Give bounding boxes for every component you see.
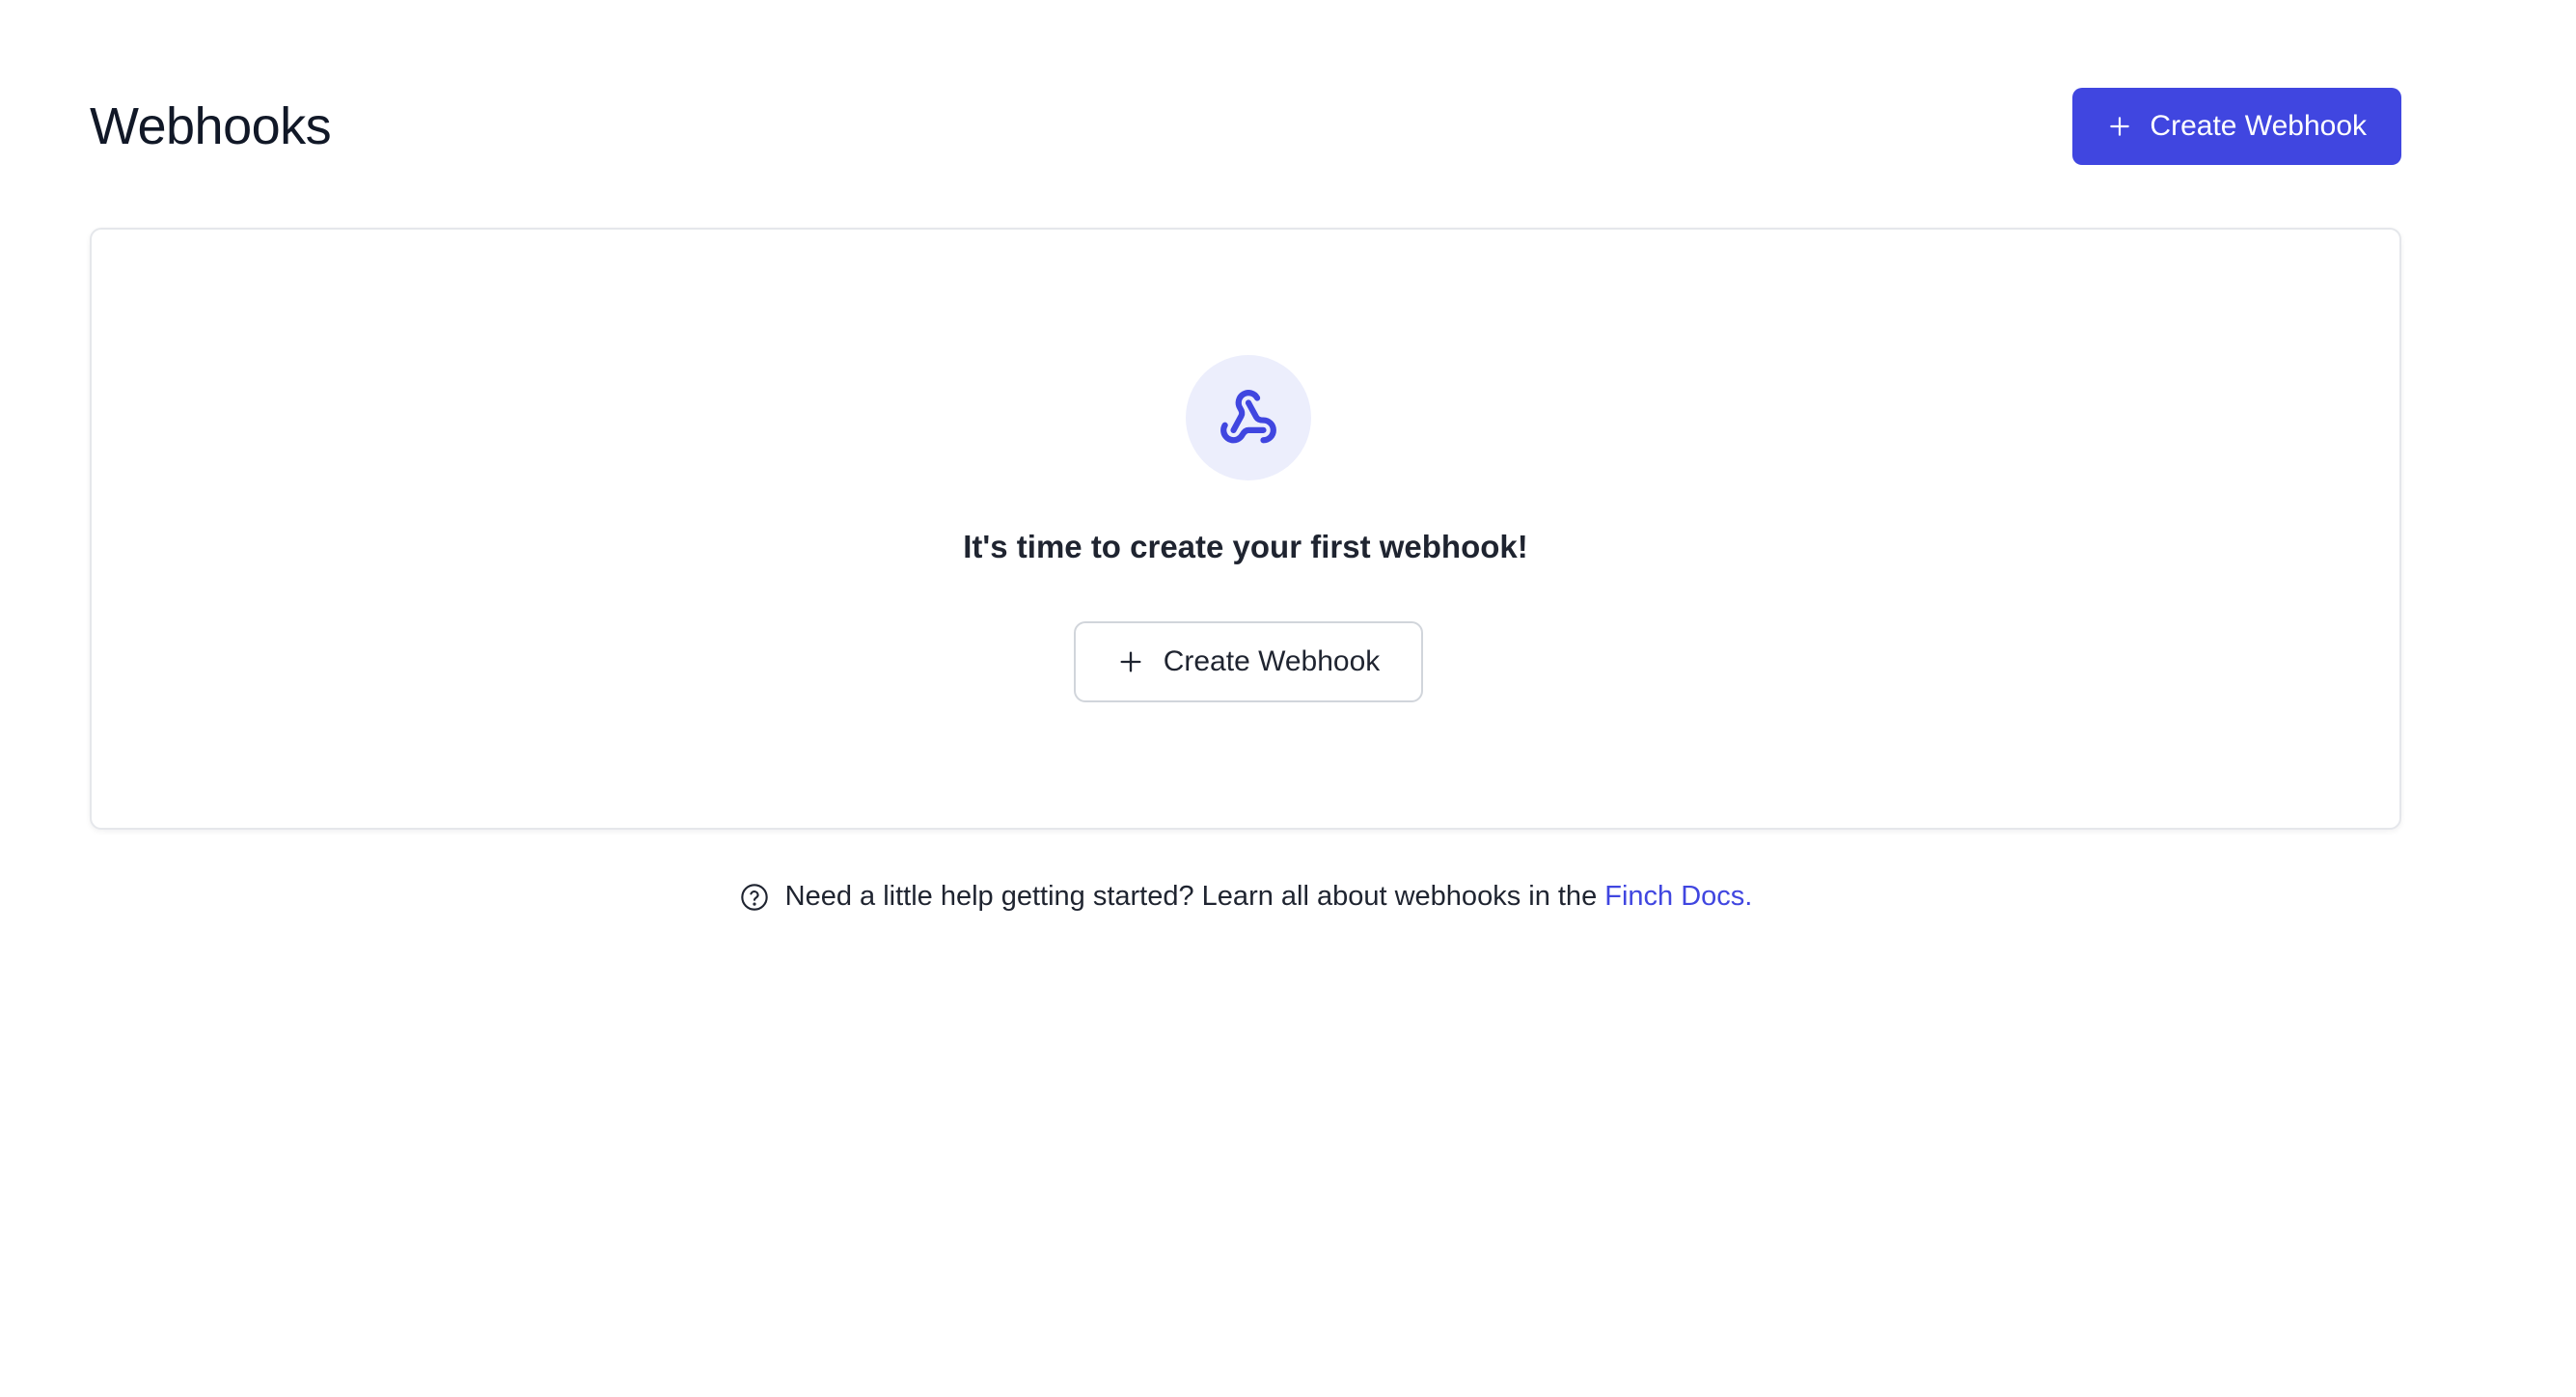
help-text-body: Need a little help getting started? Lear… xyxy=(784,881,1598,912)
page-header: Webhooks Create Webhook xyxy=(90,88,2401,165)
plus-icon xyxy=(2107,114,2132,139)
empty-state-card: It's time to create your first webhook! … xyxy=(90,228,2401,830)
webhook-icon xyxy=(1219,388,1278,448)
create-webhook-button[interactable]: Create Webhook xyxy=(2072,88,2401,165)
help-text-row: Need a little help getting started? Lear… xyxy=(0,881,2491,913)
question-circle-icon xyxy=(739,882,770,913)
empty-state-create-webhook-label: Create Webhook xyxy=(1163,645,1381,677)
finch-docs-link[interactable]: Finch Docs. xyxy=(1604,881,1752,912)
plus-icon xyxy=(1117,648,1144,675)
help-text: Need a little help getting started? Lear… xyxy=(785,881,1753,913)
create-webhook-button-label: Create Webhook xyxy=(2150,110,2367,142)
empty-state-create-webhook-button[interactable]: Create Webhook xyxy=(1074,621,1423,702)
webhook-icon-badge xyxy=(1186,355,1311,480)
webhooks-page: Webhooks Create Webhook It's time to cre… xyxy=(0,0,2576,1397)
empty-state-heading: It's time to create your first webhook! xyxy=(963,529,1528,564)
page-title: Webhooks xyxy=(90,97,332,155)
